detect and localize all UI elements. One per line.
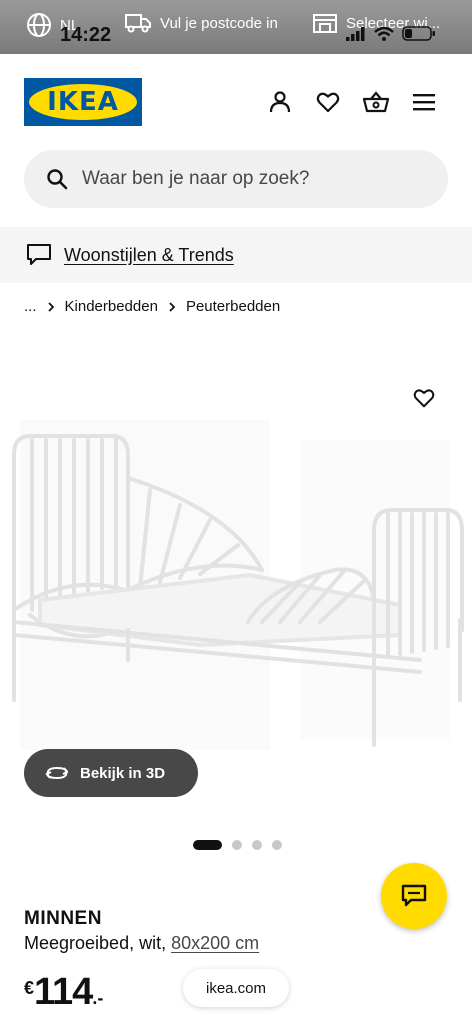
carousel-dot[interactable]: [272, 840, 282, 850]
rotate-3d-icon: [45, 766, 69, 780]
status-bar: NL 14:22 Vul je postcode in Selecteer wi…: [0, 0, 472, 54]
speech-bubble-icon: [27, 244, 51, 265]
search-icon: [47, 169, 68, 190]
ikea-logo[interactable]: IKEA: [24, 78, 142, 126]
logo-oval: IKEA: [29, 84, 137, 120]
logo-text: IKEA: [47, 87, 119, 117]
chat-icon: [401, 884, 427, 907]
product-type: Meegroeibed, wit,: [24, 933, 172, 953]
add-to-favourites-button[interactable]: [406, 380, 442, 416]
profile-button[interactable]: [266, 88, 294, 116]
product-page: NL 14:22 Vul je postcode in Selecteer wi…: [0, 0, 472, 1024]
truck-icon: [125, 14, 151, 33]
carousel-indicator: [193, 840, 282, 850]
chevron-right-icon: [47, 301, 54, 312]
store-icon: [313, 14, 337, 33]
price-currency: €: [24, 978, 35, 998]
product-description: Meegroeibed, wit, 80x200 cm: [24, 933, 259, 954]
globe-icon: [27, 13, 51, 37]
battery-icon: [402, 26, 435, 41]
product-image[interactable]: [0, 360, 472, 780]
menu-icon: [413, 94, 435, 111]
carousel-dot[interactable]: [252, 840, 262, 850]
breadcrumb-item-kinderbedden[interactable]: Kinderbedden: [65, 298, 158, 315]
product-size-link[interactable]: 80x200 cm: [171, 933, 259, 953]
breadcrumb-item-peuterbedden[interactable]: Peuterbedden: [186, 298, 280, 315]
product-name: MINNEN: [24, 908, 102, 929]
signal-icon: [346, 26, 365, 41]
postcode-selector[interactable]: Vul je postcode in: [124, 12, 278, 34]
price-decimal: .-: [92, 988, 104, 1008]
site-header: IKEA: [0, 54, 472, 150]
inspiration-banner[interactable]: Woonstijlen & Trends: [0, 227, 472, 283]
view-in-3d-button[interactable]: Bekijk in 3D: [24, 749, 198, 797]
favourites-button[interactable]: [314, 88, 342, 116]
chevron-right-icon: [169, 301, 176, 312]
breadcrumb-ellipsis[interactable]: ...: [24, 298, 37, 315]
browser-url-pill[interactable]: ikea.com: [183, 969, 289, 1007]
postcode-label: Vul je postcode in: [160, 14, 278, 32]
menu-button[interactable]: [410, 88, 438, 116]
carousel-dot[interactable]: [232, 840, 242, 850]
product-price: € 114 .-: [24, 972, 103, 1012]
heart-icon: [316, 92, 340, 113]
breadcrumb: ... Kinderbedden Peuterbedden: [24, 298, 280, 315]
search-input[interactable]: [82, 168, 402, 190]
search-bar[interactable]: [24, 150, 448, 208]
carousel-dot[interactable]: [193, 840, 222, 850]
price-integer: 114: [34, 971, 93, 1013]
system-icons: [346, 26, 436, 41]
cart-button[interactable]: [362, 88, 390, 116]
heart-icon: [413, 389, 435, 408]
clock: 14:22: [60, 24, 112, 46]
view-in-3d-label: Bekijk in 3D: [80, 764, 166, 782]
person-icon: [269, 91, 291, 113]
wifi-icon: [374, 26, 394, 41]
chat-button[interactable]: [381, 863, 447, 929]
banner-link[interactable]: Woonstijlen & Trends: [64, 245, 234, 266]
basket-icon: [363, 91, 389, 113]
